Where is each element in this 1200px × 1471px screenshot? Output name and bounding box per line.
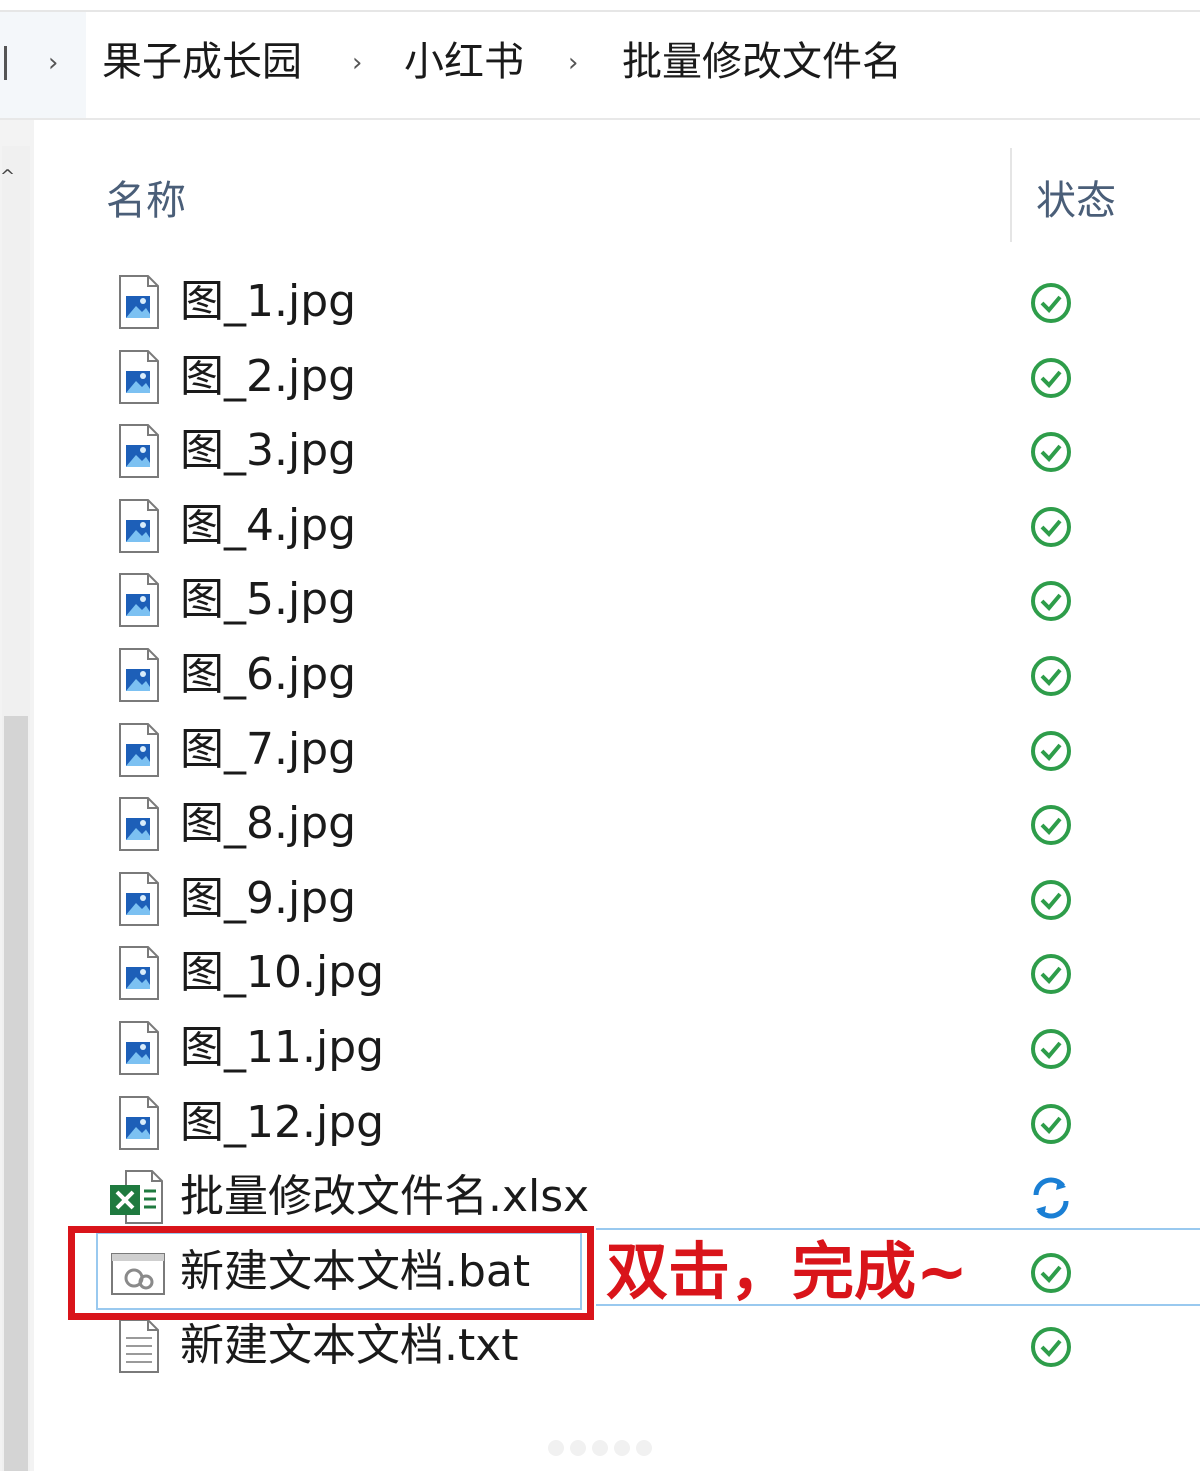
image-file-icon xyxy=(108,570,168,630)
address-bar-divider xyxy=(4,46,7,80)
page-dot xyxy=(592,1440,608,1456)
image-file-icon xyxy=(108,347,168,407)
image-file-icon xyxy=(108,496,168,556)
file-name[interactable]: 图_1.jpg xyxy=(180,272,356,332)
file-name[interactable]: 图_6.jpg xyxy=(180,645,356,705)
image-file-icon xyxy=(108,272,168,332)
excel-file-icon xyxy=(108,1167,168,1227)
text-file-icon xyxy=(108,1316,168,1376)
image-file-icon xyxy=(108,794,168,854)
window-top-edge xyxy=(0,0,1200,12)
selection-border-top xyxy=(596,1227,1200,1230)
file-row[interactable]: 图_3.jpg xyxy=(0,415,1200,489)
annotation-text: 双击，完成~ xyxy=(606,1235,968,1308)
file-row[interactable]: 图_12.jpg xyxy=(0,1087,1200,1161)
chevron-right-icon[interactable]: › xyxy=(48,48,58,78)
file-row[interactable]: 图_2.jpg xyxy=(0,341,1200,415)
file-row[interactable]: 新建文本文档.txt xyxy=(0,1310,1200,1384)
file-row[interactable]: 图_11.jpg xyxy=(0,1012,1200,1086)
image-file-icon xyxy=(108,943,168,1003)
file-name[interactable]: 新建文本文档.txt xyxy=(180,1316,519,1376)
chevron-right-icon[interactable]: › xyxy=(352,48,362,78)
page-dot xyxy=(548,1440,564,1456)
image-file-icon xyxy=(108,421,168,481)
address-bar[interactable]: › 果子成长园 › 小红书 › 批量修改文件名 xyxy=(0,12,1200,120)
sync-complete-icon xyxy=(1028,280,1074,326)
breadcrumb-item-current[interactable]: 批量修改文件名 xyxy=(622,38,902,86)
column-divider[interactable] xyxy=(1010,148,1012,242)
column-header-name[interactable]: 名称 xyxy=(106,168,186,226)
sync-complete-icon xyxy=(1028,355,1074,401)
file-name[interactable]: 图_2.jpg xyxy=(180,347,356,407)
expand-arrow-icon[interactable]: ^ xyxy=(0,166,15,187)
sync-complete-icon xyxy=(1028,1101,1074,1147)
sync-complete-icon xyxy=(1028,1250,1074,1296)
image-file-icon xyxy=(108,869,168,929)
sync-complete-icon xyxy=(1028,578,1074,624)
file-name[interactable]: 图_3.jpg xyxy=(180,421,356,481)
page-dot xyxy=(570,1440,586,1456)
sync-complete-icon xyxy=(1028,1324,1074,1370)
file-name[interactable]: 图_8.jpg xyxy=(180,794,356,854)
column-header-status[interactable]: 状态 xyxy=(1036,168,1116,226)
sync-complete-icon xyxy=(1028,802,1074,848)
file-row[interactable]: 图_8.jpg xyxy=(0,788,1200,862)
file-row[interactable]: 图_7.jpg xyxy=(0,714,1200,788)
file-name[interactable]: 图_12.jpg xyxy=(180,1093,384,1153)
file-name[interactable]: 图_5.jpg xyxy=(180,570,356,630)
page-indicator xyxy=(548,1440,658,1460)
image-file-icon xyxy=(108,720,168,780)
file-name[interactable]: 批量修改文件名.xlsx xyxy=(180,1167,589,1227)
page-dot xyxy=(614,1440,630,1456)
chevron-right-icon[interactable]: › xyxy=(568,48,578,78)
file-row[interactable]: 批量修改文件名.xlsx xyxy=(0,1161,1200,1235)
image-file-icon xyxy=(108,1018,168,1078)
sync-complete-icon xyxy=(1028,877,1074,923)
file-row[interactable]: 图_6.jpg xyxy=(0,639,1200,713)
file-row[interactable]: 图_5.jpg xyxy=(0,564,1200,638)
sync-pending-icon xyxy=(1028,1175,1074,1221)
image-file-icon xyxy=(108,645,168,705)
file-name[interactable]: 图_9.jpg xyxy=(180,869,356,929)
breadcrumb-item-xiaohongshu[interactable]: 小红书 xyxy=(404,38,524,86)
sync-complete-icon xyxy=(1028,429,1074,475)
page-dot xyxy=(636,1440,652,1456)
annotation-highlight-box xyxy=(68,1226,594,1320)
sync-complete-icon xyxy=(1028,951,1074,997)
file-name[interactable]: 图_4.jpg xyxy=(180,496,356,556)
file-name[interactable]: 图_10.jpg xyxy=(180,943,384,1003)
sync-complete-icon xyxy=(1028,728,1074,774)
file-row[interactable]: 图_1.jpg xyxy=(0,266,1200,340)
sync-complete-icon xyxy=(1028,653,1074,699)
file-row[interactable]: 图_4.jpg xyxy=(0,490,1200,564)
file-row[interactable]: 图_10.jpg xyxy=(0,937,1200,1011)
image-file-icon xyxy=(108,1093,168,1153)
breadcrumb-item-root[interactable]: 果子成长园 xyxy=(102,38,302,86)
file-name[interactable]: 图_11.jpg xyxy=(180,1018,384,1078)
file-name[interactable]: 图_7.jpg xyxy=(180,720,356,780)
sync-complete-icon xyxy=(1028,504,1074,550)
file-row[interactable]: 图_9.jpg xyxy=(0,863,1200,937)
sync-complete-icon xyxy=(1028,1026,1074,1072)
address-bar-left-panel xyxy=(0,12,86,118)
